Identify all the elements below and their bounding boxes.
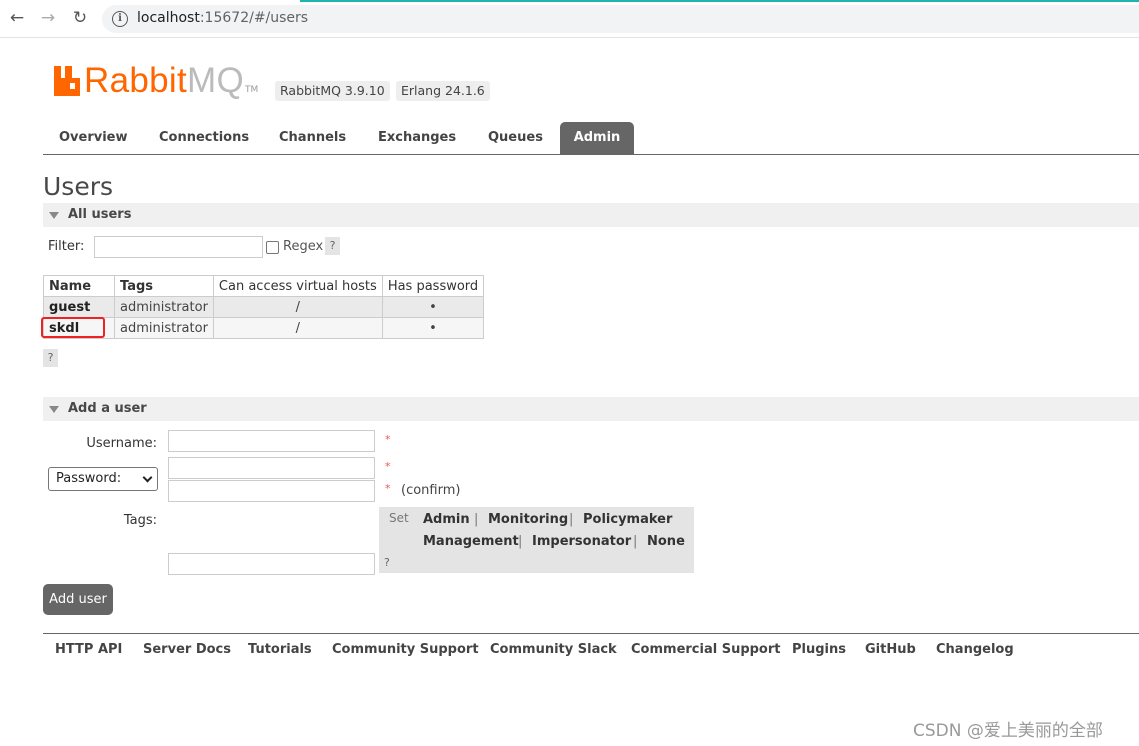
- csdn-watermark: CSDN @爱上美丽的全部: [913, 721, 1103, 741]
- url-host: localhost: [137, 10, 200, 26]
- user-tags: administrator: [114, 296, 214, 318]
- add-user-section-header[interactable]: Add a user: [43, 397, 1139, 421]
- tag-option-management[interactable]: Management: [423, 534, 519, 549]
- required-marker: *: [385, 460, 391, 473]
- column-header-vhosts: Can access virtual hosts: [212, 275, 383, 297]
- filter-label: Filter:: [48, 239, 85, 254]
- footer-link-commercial-support[interactable]: Commercial Support: [631, 642, 781, 657]
- tag-option-admin[interactable]: Admin: [423, 512, 470, 527]
- chevron-down-icon: [142, 472, 153, 483]
- site-info-icon[interactable]: i: [112, 11, 128, 27]
- tab-queues[interactable]: Queues: [472, 122, 559, 154]
- password-confirm-input[interactable]: [168, 480, 375, 502]
- collapse-triangle-icon: [49, 406, 59, 413]
- tag-option-none[interactable]: None: [647, 534, 685, 549]
- tab-connections[interactable]: Connections: [143, 122, 265, 154]
- all-users-section-header[interactable]: All users: [43, 203, 1139, 227]
- username-label: Username:: [86, 436, 157, 451]
- set-label: Set: [389, 511, 409, 525]
- browser-toolbar: ← → ↻ i localhost:15672/#/users: [0, 0, 1139, 38]
- table-header-row: Name Tags Can access virtual hosts Has p…: [43, 275, 485, 297]
- users-table: Name Tags Can access virtual hosts Has p…: [43, 275, 485, 339]
- add-user-heading: Add a user: [68, 401, 147, 416]
- tag-option-monitoring[interactable]: Monitoring: [488, 512, 568, 527]
- tab-exchanges[interactable]: Exchanges: [362, 122, 472, 154]
- user-vhosts: /: [212, 296, 383, 318]
- logo-mq: MQ: [186, 61, 244, 100]
- footer-link-changelog[interactable]: Changelog: [936, 642, 1014, 657]
- footer-link-tutorials[interactable]: Tutorials: [248, 642, 312, 657]
- footer-link-github[interactable]: GitHub: [865, 642, 916, 657]
- username-input[interactable]: [168, 430, 375, 452]
- footer-link-server-docs[interactable]: Server Docs: [143, 642, 231, 657]
- column-header-name[interactable]: Name: [43, 275, 115, 297]
- tag-separator: |: [633, 534, 638, 549]
- collapse-triangle-icon: [49, 212, 59, 219]
- url-text[interactable]: localhost:15672/#/users: [137, 10, 308, 26]
- confirm-label: (confirm): [401, 483, 461, 498]
- user-vhosts: /: [212, 317, 383, 339]
- footer-link-community-support[interactable]: Community Support: [332, 642, 479, 657]
- page-title: Users: [43, 172, 114, 201]
- tags-input[interactable]: [168, 553, 375, 575]
- tab-channels[interactable]: Channels: [263, 122, 362, 154]
- footer-link-http-api[interactable]: HTTP API: [55, 642, 122, 657]
- footer-links: HTTP API Server Docs Tutorials Community…: [43, 633, 1139, 673]
- password-type-select[interactable]: Password:: [48, 467, 158, 491]
- add-user-button[interactable]: Add user: [43, 584, 113, 615]
- tag-separator: |: [518, 534, 523, 549]
- tag-option-policymaker[interactable]: Policymaker: [583, 512, 672, 527]
- back-arrow-icon[interactable]: ←: [7, 8, 27, 28]
- logo-rabbit: Rabbit: [84, 61, 187, 100]
- tags-label: Tags:: [123, 513, 157, 528]
- tags-helper-panel: Set Admin | Monitoring | Policymaker Man…: [379, 507, 694, 573]
- user-tags: administrator: [114, 317, 214, 339]
- filter-help-button[interactable]: ?: [325, 237, 340, 255]
- erlang-badge: Erlang 24.1.6: [396, 81, 490, 101]
- regex-label: Regex: [283, 239, 324, 254]
- logo-wordmark: RabbitMQ: [84, 61, 244, 101]
- table-row: skdl administrator / •: [43, 317, 485, 339]
- password-select-value: Password:: [56, 471, 122, 486]
- password-input[interactable]: [168, 457, 375, 479]
- all-users-heading: All users: [68, 207, 132, 222]
- user-has-password: •: [381, 317, 485, 339]
- rabbitmq-logo-icon: [54, 66, 80, 96]
- required-marker: *: [385, 482, 391, 495]
- table-row: guest administrator / •: [43, 296, 485, 318]
- forward-arrow-icon[interactable]: →: [38, 8, 58, 28]
- filter-input[interactable]: [94, 236, 263, 258]
- footer-link-community-slack[interactable]: Community Slack: [490, 642, 617, 657]
- main-tabs: Overview Connections Channels Exchanges …: [43, 122, 1139, 155]
- reload-icon[interactable]: ↻: [70, 8, 90, 28]
- column-header-tags[interactable]: Tags: [114, 275, 214, 297]
- tags-help-button[interactable]: ?: [384, 556, 390, 569]
- regex-checkbox[interactable]: [266, 241, 279, 254]
- table-help-button[interactable]: ?: [43, 349, 58, 367]
- required-marker: *: [385, 433, 391, 446]
- user-name-link[interactable]: skdl: [43, 317, 115, 339]
- user-has-password: •: [381, 296, 485, 318]
- tab-admin[interactable]: Admin: [560, 122, 634, 154]
- column-header-has-password: Has password: [381, 275, 485, 297]
- user-name-link[interactable]: guest: [43, 296, 115, 318]
- tag-separator: |: [569, 512, 574, 527]
- logo-trademark: TM: [245, 85, 259, 95]
- tag-option-impersonator[interactable]: Impersonator: [532, 534, 631, 549]
- tab-overview[interactable]: Overview: [43, 122, 144, 154]
- footer-link-plugins[interactable]: Plugins: [792, 642, 846, 657]
- tag-separator: |: [474, 512, 479, 527]
- version-badge: RabbitMQ 3.9.10: [275, 81, 390, 101]
- url-path: :15672/#/users: [199, 10, 309, 26]
- address-bar[interactable]: i localhost:15672/#/users: [102, 5, 1139, 33]
